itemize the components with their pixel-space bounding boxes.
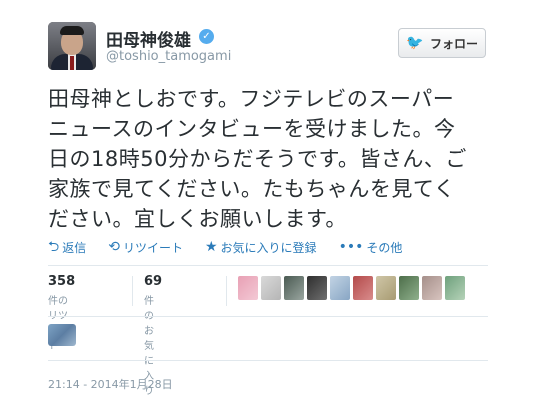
screen-name[interactable]: @toshio_tamogami [106,49,231,64]
more-button[interactable]: ••• その他 [339,239,403,256]
tweet-line: ニュースのインタビューを受けました。今 [48,117,456,141]
retweeter-avatar[interactable] [399,276,419,300]
tweet-line: 田母神としおです。フジテレビのスーパー [48,87,455,111]
retweeter-avatar[interactable] [330,276,350,300]
stat-separator [226,276,227,306]
follow-button[interactable]: 🐦 フォロー [398,28,486,58]
retweeter-avatar[interactable] [307,276,327,300]
tweet-timestamp[interactable]: 21:14 - 2014年1月28日 [48,376,173,392]
favorite-label: お気に入りに登録 [220,240,317,255]
user-name[interactable]: 田母神俊雄 [106,26,191,51]
star-icon: ★ [204,239,218,255]
retweeter-avatar[interactable] [261,276,281,300]
retweet-count: 358 [48,274,76,289]
stat-separator [132,276,133,306]
tweet-line: ださい。宜しくお願いします。 [48,207,347,231]
more-label: その他 [366,240,403,255]
reply-label: 返信 [62,240,87,255]
retweet-button[interactable]: ⟲ リツイート [108,239,183,256]
retweeter-avatar[interactable] [284,276,304,300]
tweet-header: 田母神俊雄 ✓ @toshio_tamogami 🐦 フォロー [48,22,488,74]
retweeter-avatar[interactable] [238,276,258,300]
favorite-count: 69 [144,274,163,289]
divider [48,360,488,361]
twitter-bird-icon: 🐦 [405,35,424,51]
divider [48,265,488,266]
favorite-button[interactable]: ★ お気に入りに登録 [205,239,317,256]
follow-button-label: フォロー [429,36,478,51]
more-dots-icon: ••• [338,239,364,255]
retweeter-avatar[interactable] [376,276,396,300]
reply-icon: ⮌ [48,239,60,255]
retweeter-avatar[interactable] [445,276,465,300]
tweet-line: 日の18時50分からだそうです。皆さん、ご [48,147,467,171]
retweeter-avatars [238,276,465,300]
verified-badge-icon: ✓ [199,29,214,44]
tweet-actions: ⮌ 返信 ⟲ リツイート ★ お気に入りに登録 ••• その他 [48,238,424,256]
favoriter-avatar[interactable] [48,324,76,346]
retweet-icon: ⟲ [108,239,120,255]
avatar[interactable] [48,22,96,70]
retweet-label: リツイート [122,240,183,255]
retweeter-avatar[interactable] [353,276,373,300]
reply-button[interactable]: ⮌ 返信 [48,239,86,256]
tweet-line: 家族で見てください。たもちゃんを見てく [48,177,456,201]
divider [48,316,488,317]
retweeter-avatar[interactable] [422,276,442,300]
tweet-text: 田母神としおです。フジテレビのスーパー ニュースのインタビューを受けました。今 … [48,84,488,234]
